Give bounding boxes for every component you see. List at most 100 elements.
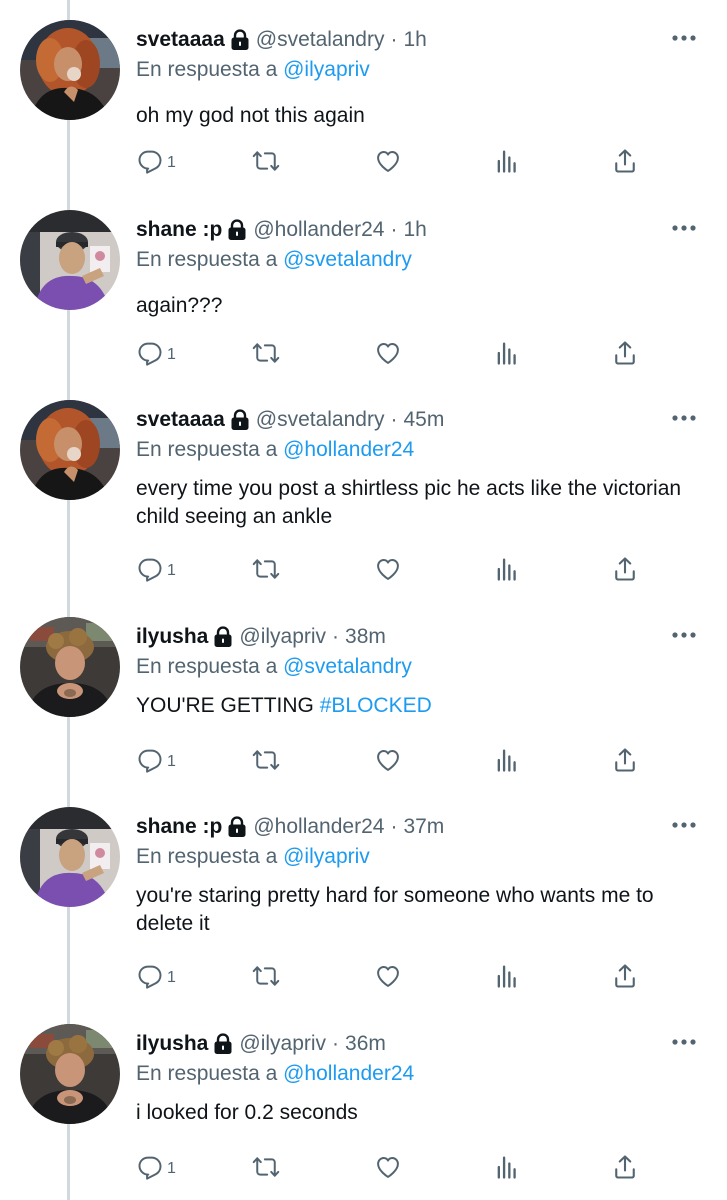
reply-button[interactable]: 1 xyxy=(136,336,176,370)
reply-context: En respuesta a @hollander24 xyxy=(136,1062,414,1086)
retweet-button[interactable] xyxy=(252,743,280,777)
timestamp[interactable]: 38m xyxy=(345,625,386,649)
retweet-icon xyxy=(252,147,280,175)
views-button[interactable] xyxy=(493,552,521,586)
share-icon xyxy=(611,962,639,990)
avatar[interactable] xyxy=(20,807,120,907)
action-bar: 1 xyxy=(136,336,656,370)
ilyusha-avatar-image xyxy=(20,1024,120,1124)
views-button[interactable] xyxy=(493,743,521,777)
retweet-button[interactable] xyxy=(252,336,280,370)
timestamp[interactable]: 1h xyxy=(403,28,426,52)
reply-prefix: En respuesta a xyxy=(136,655,278,678)
share-button[interactable] xyxy=(611,552,639,586)
tweet-header: ilyusha @ilyapriv · 38m xyxy=(136,617,386,657)
user-handle[interactable]: @ilyapriv xyxy=(239,625,326,649)
tweet-text: oh my god not this again xyxy=(136,102,711,130)
views-button[interactable] xyxy=(493,144,521,178)
like-button[interactable] xyxy=(374,1150,402,1184)
user-handle[interactable]: @svetalandry xyxy=(256,28,385,52)
retweet-button[interactable] xyxy=(252,552,280,586)
tweet-text: you're staring pretty hard for someone w… xyxy=(136,882,711,938)
reply-icon xyxy=(136,339,164,367)
avatar[interactable] xyxy=(20,400,120,500)
display-name[interactable]: shane :p xyxy=(136,815,222,839)
retweet-button[interactable] xyxy=(252,1150,280,1184)
reply-count: 1 xyxy=(167,969,176,986)
action-bar: 1 xyxy=(136,1150,656,1184)
share-button[interactable] xyxy=(611,144,639,178)
reply-button[interactable]: 1 xyxy=(136,1150,176,1184)
reply-mention-link[interactable]: @svetalandry xyxy=(283,248,412,271)
reply-button[interactable]: 1 xyxy=(136,743,176,777)
share-button[interactable] xyxy=(611,1150,639,1184)
views-icon xyxy=(493,1153,521,1181)
avatar[interactable] xyxy=(20,210,120,310)
like-button[interactable] xyxy=(374,959,402,993)
lock-icon xyxy=(227,219,247,241)
more-icon[interactable] xyxy=(671,222,697,234)
views-button[interactable] xyxy=(493,336,521,370)
more-icon[interactable] xyxy=(671,629,697,641)
tweet-text: i looked for 0.2 seconds xyxy=(136,1099,711,1127)
user-handle[interactable]: @hollander24 xyxy=(253,218,384,242)
retweet-icon xyxy=(252,962,280,990)
retweet-button[interactable] xyxy=(252,144,280,178)
more-icon[interactable] xyxy=(671,1036,697,1048)
reply-prefix: En respuesta a xyxy=(136,248,278,271)
reply-mention-link[interactable]: @ilyapriv xyxy=(283,845,370,868)
reply-mention-link[interactable]: @ilyapriv xyxy=(283,58,370,81)
reply-mention-link[interactable]: @hollander24 xyxy=(283,1062,414,1085)
separator-dot: · xyxy=(390,28,398,51)
tweet-header: shane :p @hollander24 · 1h xyxy=(136,210,427,250)
like-icon xyxy=(374,339,402,367)
retweet-button[interactable] xyxy=(252,959,280,993)
reply-mention-link[interactable]: @hollander24 xyxy=(283,438,414,461)
avatar[interactable] xyxy=(20,1024,120,1124)
display-name[interactable]: shane :p xyxy=(136,218,222,242)
ilyusha-avatar-image xyxy=(20,617,120,717)
reply-button[interactable]: 1 xyxy=(136,552,176,586)
separator-dot: · xyxy=(332,625,340,648)
separator-dot: · xyxy=(390,815,398,838)
share-button[interactable] xyxy=(611,336,639,370)
more-icon[interactable] xyxy=(671,32,697,44)
like-button[interactable] xyxy=(374,552,402,586)
timestamp[interactable]: 36m xyxy=(345,1032,386,1056)
avatar[interactable] xyxy=(20,617,120,717)
timestamp[interactable]: 45m xyxy=(403,408,444,432)
timestamp[interactable]: 37m xyxy=(403,815,444,839)
display-name[interactable]: ilyusha xyxy=(136,625,208,649)
views-button[interactable] xyxy=(493,1150,521,1184)
hashtag-link[interactable]: #BLOCKED xyxy=(320,694,432,717)
avatar[interactable] xyxy=(20,20,120,120)
views-icon xyxy=(493,962,521,990)
user-handle[interactable]: @ilyapriv xyxy=(239,1032,326,1056)
tweet-text-content: every time you post a shirtless pic he a… xyxy=(136,477,682,528)
views-icon xyxy=(493,147,521,175)
reply-count: 1 xyxy=(167,1160,176,1177)
like-icon xyxy=(374,555,402,583)
share-button[interactable] xyxy=(611,959,639,993)
reply-mention-link[interactable]: @svetalandry xyxy=(283,655,412,678)
more-icon[interactable] xyxy=(671,412,697,424)
views-button[interactable] xyxy=(493,959,521,993)
share-button[interactable] xyxy=(611,743,639,777)
reply-button[interactable]: 1 xyxy=(136,144,176,178)
like-button[interactable] xyxy=(374,144,402,178)
user-handle[interactable]: @svetalandry xyxy=(256,408,385,432)
share-icon xyxy=(611,339,639,367)
reply-button[interactable]: 1 xyxy=(136,959,176,993)
like-button[interactable] xyxy=(374,743,402,777)
lock-icon xyxy=(230,409,250,431)
like-icon xyxy=(374,147,402,175)
lock-icon xyxy=(227,816,247,838)
display-name[interactable]: svetaaaa xyxy=(136,28,225,52)
like-button[interactable] xyxy=(374,336,402,370)
display-name[interactable]: ilyusha xyxy=(136,1032,208,1056)
user-handle[interactable]: @hollander24 xyxy=(253,815,384,839)
display-name[interactable]: svetaaaa xyxy=(136,408,225,432)
reply-prefix: En respuesta a xyxy=(136,845,278,868)
more-icon[interactable] xyxy=(671,819,697,831)
timestamp[interactable]: 1h xyxy=(403,218,426,242)
